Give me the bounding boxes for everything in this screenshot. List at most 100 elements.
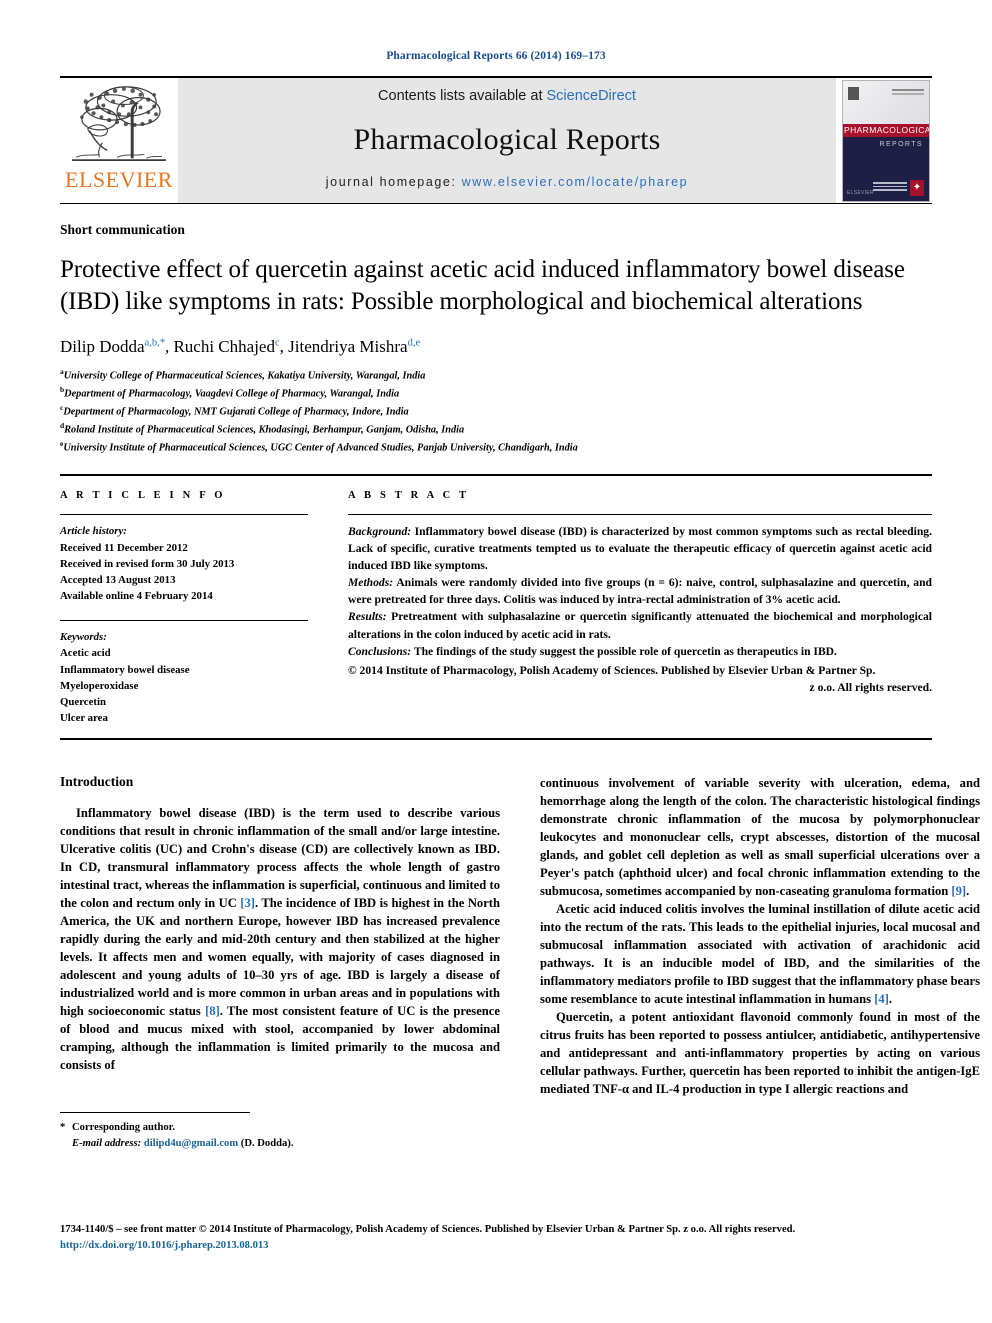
article-history-label: Article history: [60,525,127,538]
elsevier-wordmark: ELSEVIER [65,167,173,192]
author-affiliation-marks: c [274,337,280,349]
footnote-email-line: E-mail address: dilipd4u@gmail.com (D. D… [60,1136,500,1152]
abstract-section-text: Animals were randomly divided into five … [348,576,932,607]
article-info-heading: A R T I C L E I N F O [60,490,226,502]
keyword-item: Ulcer area [60,712,108,725]
cover-footer-lines [873,182,907,193]
cover-title-band: PHARMACOLOGICAL [843,123,929,137]
email-label: E-mail address: [72,1138,142,1150]
history-item: Accepted 13 August 2013 [60,573,176,586]
contents-lists-line: Contents lists available at ScienceDirec… [378,88,636,104]
history-item: Received in revised form 30 July 2013 [60,557,235,570]
body-paragraph: Inflammatory bowel disease (IBD) is the … [60,806,500,1073]
journal-cover-thumbnail: PHARMACOLOGICAL REPORTS ELSEVIER ✦ [840,78,932,203]
body-paragraph: continuous involvement of variable sever… [540,776,980,899]
elsevier-tree-icon [72,86,166,162]
abstract-divider [348,514,932,516]
introduction-heading: Introduction [60,774,134,790]
cover-society-mark: ✦ [910,179,924,196]
affiliation-item: eUniversity Institute of Pharmaceutical … [60,438,932,456]
info-abstract-section: A R T I C L E I N F O Article history: R… [60,474,932,726]
affiliation-item: dRoland Institute of Pharmaceutical Scie… [60,420,932,438]
affiliation-text: Roland Institute of Pharmaceutical Scien… [64,424,465,436]
abstract-column: A B S T R A C T Background: Inflammatory… [348,490,932,726]
abstract-paragraph: Conclusions: The findings of the study s… [348,643,932,660]
author-affiliation-marks: d,e [407,337,421,349]
copyright-line-2: z o.o. All rights reserved. [809,680,932,694]
history-item: Received 11 December 2012 [60,541,188,554]
abstract-section-label: Conclusions: [348,644,412,658]
cover-publisher-icon [848,86,859,100]
abstract-paragraph: Results: Pretreatment with sulphasalazin… [348,608,932,642]
corresponding-author-footnote: * Corresponding author. E-mail address: d… [60,1120,500,1152]
copyright-line-1: © 2014 Institute of Pharmacology, Polish… [348,663,876,677]
body-column-left: Introduction Inflammatory bowel disease … [60,774,500,1152]
abstract-heading: A B S T R A C T [348,490,470,502]
corresponding-author-rule [60,1112,250,1120]
cover-header-lines [892,88,924,91]
citation-ref[interactable]: [8] [205,1004,220,1018]
abstract-paragraph: Methods: Animals were randomly divided i… [348,574,932,608]
abstract-section-text: Inflammatory bowel disease (IBD) is char… [348,525,932,573]
abstract-body: Background: Inflammatory bowel disease (… [348,523,932,695]
issn-copyright-line: 1734-1140/$ – see front matter © 2014 In… [60,1224,796,1235]
abstract-section-bottom-divider [60,738,932,741]
history-item: Available online 4 February 2014 [60,590,213,603]
affiliation-list: aUniversity College of Pharmaceutical Sc… [60,366,932,456]
email-link[interactable]: dilipd4u@gmail.com [144,1138,238,1149]
affiliation-item: cDepartment of Pharmacology, NMT Gujarat… [60,402,932,420]
homepage-url-link[interactable]: www.elsevier.com/locate/pharep [462,175,689,189]
author-affiliation-marks: a,b,* [144,337,165,349]
body-column-right: continuous involvement of variable sever… [540,774,980,1152]
cover-publisher-name: ELSEVIER [847,189,874,196]
page-footer: 1734-1140/$ – see front matter © 2014 In… [60,1222,932,1255]
keywords-divider [60,620,308,622]
page-title: Protective effect of quercetin against a… [60,256,905,315]
author-name: Dilip Dodda [60,337,145,356]
abstract-paragraph: Background: Inflammatory bowel disease (… [348,523,932,574]
abstract-section-text: The findings of the study suggest the po… [411,644,837,658]
keyword-item: Quercetin [60,696,106,708]
cover-image: PHARMACOLOGICAL REPORTS ELSEVIER ✦ [842,79,930,202]
journal-homepage-line: journal homepage: www.elsevier.com/locat… [326,175,688,189]
contents-prefix: Contents lists available at [378,88,547,104]
footnote-marker: * [60,1122,66,1134]
affiliation-text: Department of Pharmacology, Vaagdevi Col… [64,388,400,400]
running-head: Pharmacological Reports 66 (2014) 169–17… [386,50,606,62]
citation-ref[interactable]: [9] [951,884,966,898]
journal-masthead: ELSEVIER Contents lists available at Sci… [60,76,932,203]
keyword-item: Myeloperoxidase [60,679,139,692]
article-info-divider [60,514,308,516]
footnote-line: * Corresponding author. [60,1120,500,1136]
doi-link[interactable]: http://dx.doi.org/10.1016/j.pharep.2013.… [60,1238,932,1254]
keywords-block: Keywords: Acetic acid Inflammatory bowel… [60,629,308,726]
affiliation-text: Department of Pharmacology, NMT Gujarati… [63,406,409,418]
body-paragraph: Quercetin, a potent antioxidant flavonoi… [540,1010,980,1097]
author-name: Jitendriya Mishra [288,337,408,356]
citation-ref[interactable]: [4] [874,992,889,1006]
affiliation-text: University Institute of Pharmaceutical S… [63,442,578,454]
elsevier-logo: ELSEVIER [60,78,178,203]
affiliation-text: University College of Pharmaceutical Sci… [63,370,426,382]
paper-page: Pharmacological Reports 66 (2014) 169–17… [0,0,992,1323]
keywords-label: Keywords: [60,631,107,644]
abstract-section-label: Methods: [348,576,394,590]
affiliation-item: bDepartment of Pharmacology, Vaagdevi Co… [60,384,932,402]
email-suffix: (D. Dodda). [238,1138,294,1150]
body-paragraph: Acetic acid induced colitis involves the… [540,902,980,1007]
affiliation-item: aUniversity College of Pharmaceutical Sc… [60,366,932,384]
author-name: Ruchi Chhajed [173,337,275,356]
title-block: Short communication Protective effect of… [60,204,932,456]
abstract-section-label: Background: [348,525,412,539]
homepage-label: journal homepage: [325,175,457,189]
article-history-block: Article history: Received 11 December 20… [60,523,308,604]
abstract-copyright: © 2014 Institute of Pharmacology, Polish… [348,662,932,696]
cover-subtitle: REPORTS [879,140,923,148]
sciencedirect-link[interactable]: ScienceDirect [547,88,636,104]
abstract-section-label: Results: [348,610,387,624]
keyword-item: Inflammatory bowel disease [60,663,190,676]
article-body: Introduction Inflammatory bowel disease … [60,774,980,1152]
citation-ref[interactable]: [3] [240,896,255,910]
journal-title: Pharmacological Reports [353,122,661,156]
keyword-item: Acetic acid [60,647,111,660]
